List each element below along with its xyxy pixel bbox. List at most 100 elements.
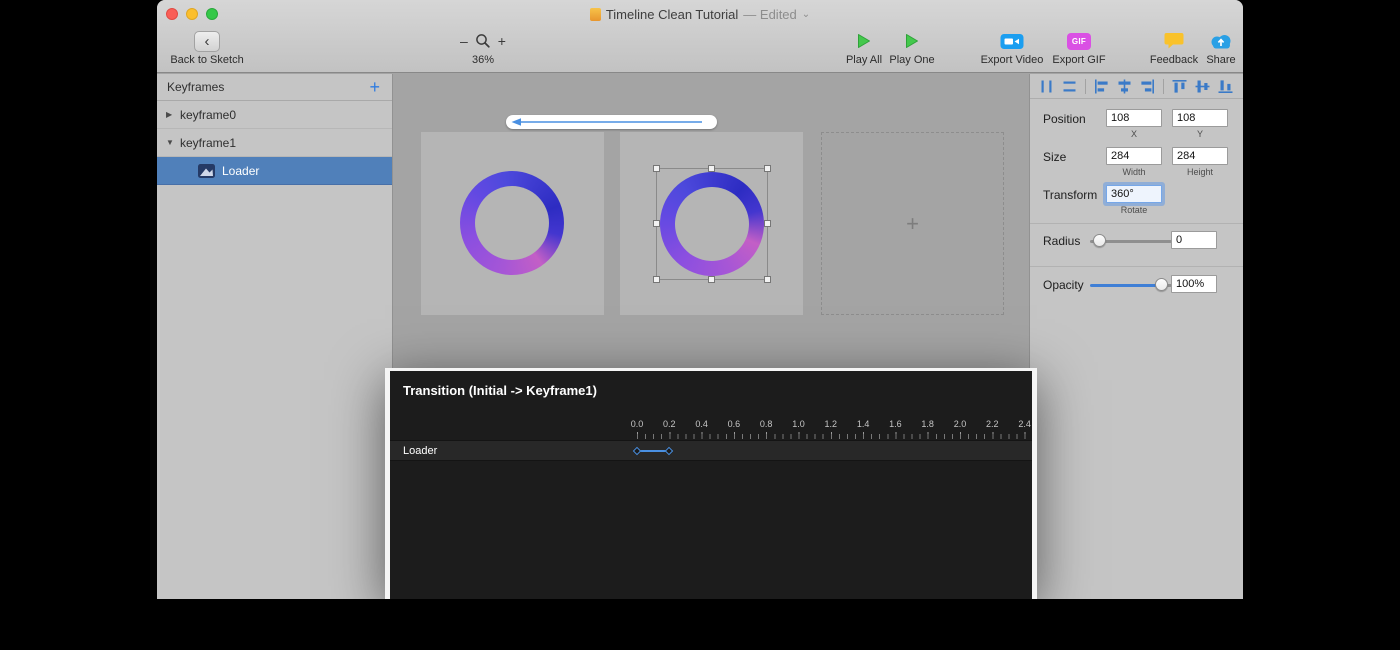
- align-top-icon[interactable]: [1172, 79, 1187, 94]
- sidebar-item-loader[interactable]: Loader: [157, 157, 392, 185]
- zoom-level: 36%: [471, 54, 495, 66]
- keyframe-diamond[interactable]: [632, 446, 642, 455]
- selection-handle-e[interactable]: [764, 220, 771, 227]
- timeline-title: Transition (Initial -> Keyframe1): [403, 383, 597, 398]
- disclosure-collapsed-icon[interactable]: ▶: [166, 110, 180, 119]
- ruler-label: 0.0: [630, 419, 644, 429]
- loader-layer-label: Loader: [222, 163, 260, 178]
- play-one-button[interactable]: Play One: [888, 29, 936, 66]
- align-bottom-icon[interactable]: [1218, 79, 1233, 94]
- position-y-input[interactable]: [1172, 109, 1228, 127]
- window-title-text: Timeline Clean Tutorial: [605, 7, 739, 22]
- share-button[interactable]: Share: [1201, 29, 1241, 66]
- radius-label: Radius: [1043, 234, 1081, 248]
- export-gif-button[interactable]: GIF Export GIF: [1047, 29, 1111, 66]
- distribute-vertically-icon[interactable]: [1062, 79, 1077, 94]
- radius-slider[interactable]: [1090, 234, 1172, 249]
- alignment-toolbar: [1030, 74, 1243, 99]
- timeline-scrubber[interactable]: [506, 115, 717, 129]
- sidebar-item-keyframe1[interactable]: ▼ keyframe1: [157, 129, 392, 157]
- loader-ring[interactable]: [460, 171, 564, 275]
- radius-row: Radius: [1030, 230, 1243, 264]
- distribute-horizontally-icon[interactable]: [1039, 79, 1054, 94]
- selection-handle-nw[interactable]: [653, 165, 660, 172]
- keyframe-diamond[interactable]: [665, 446, 674, 455]
- align-middle-icon[interactable]: [1195, 79, 1210, 94]
- width-sublabel: Width: [1122, 167, 1146, 177]
- rotate-input[interactable]: [1106, 185, 1162, 203]
- selection-handle-se[interactable]: [764, 276, 771, 283]
- play-icon: [906, 34, 918, 48]
- video-camera-icon: [1000, 33, 1024, 49]
- artboard-keyframe1[interactable]: [620, 132, 803, 315]
- sidebar-item-keyframe0[interactable]: ▶ keyframe0: [157, 101, 392, 129]
- export-video-button[interactable]: Export Video: [975, 29, 1049, 66]
- zoom-control: – + 36%: [443, 29, 523, 66]
- feedback-button[interactable]: Feedback: [1145, 29, 1203, 66]
- ruler-label: 2.0: [953, 419, 967, 429]
- layer-thumbnail-icon: [198, 163, 215, 178]
- divider: [1030, 266, 1243, 267]
- ruler-label: 1.2: [824, 419, 838, 429]
- speech-bubble-icon: [1164, 33, 1184, 49]
- size-width-input[interactable]: [1106, 147, 1162, 165]
- window-title-edited: — Edited: [743, 7, 797, 22]
- desktop: { "window": { "title": "Timeline Clean T…: [0, 0, 1400, 650]
- ruler-label: 1.4: [856, 419, 870, 429]
- position-x-input[interactable]: [1106, 109, 1162, 127]
- timeline-panel: Transition (Initial -> Keyframe1) 0.0 0.2…: [385, 368, 1037, 599]
- title-chevron-icon[interactable]: ⌄: [802, 9, 810, 20]
- keyframes-header-row: Keyframes +: [157, 74, 392, 101]
- align-right-icon[interactable]: [1140, 79, 1155, 94]
- back-to-sketch-group: ‹ Back to Sketch: [167, 29, 247, 66]
- back-label: Back to Sketch: [170, 54, 244, 66]
- selection-handle-sw[interactable]: [653, 276, 660, 283]
- timeline-row-loader[interactable]: Loader: [390, 440, 1032, 461]
- radius-input[interactable]: [1171, 231, 1217, 249]
- size-height-input[interactable]: [1172, 147, 1228, 165]
- inspector-panel: Position X Y Size Width Height Transform: [1029, 74, 1243, 599]
- artboard-empty[interactable]: +: [821, 132, 1004, 315]
- play-all-button[interactable]: Play All: [840, 29, 888, 66]
- feedback-label: Feedback: [1149, 54, 1199, 66]
- ruler-label: 0.4: [695, 419, 708, 429]
- align-center-horizontal-icon[interactable]: [1117, 79, 1132, 94]
- cloud-upload-icon: [1211, 35, 1231, 49]
- selection-handle-ne[interactable]: [764, 165, 771, 172]
- height-sublabel: Height: [1186, 167, 1213, 177]
- back-button[interactable]: ‹: [194, 30, 220, 52]
- selection-box[interactable]: [653, 165, 771, 283]
- magnifier-icon: [475, 34, 490, 48]
- position-row: Position X Y: [1030, 108, 1243, 142]
- ruler-label: 0.2: [663, 419, 676, 429]
- keyframe0-label: keyframe0: [180, 107, 237, 122]
- keyframe1-label: keyframe1: [180, 135, 237, 150]
- keyframes-sidebar: Keyframes + ▶ keyframe0 ▼ keyframe1 Load…: [157, 74, 393, 599]
- rotate-sublabel: Rotate: [1120, 205, 1148, 215]
- size-row: Size Width Height: [1030, 146, 1243, 180]
- timeline-loader-label: Loader: [403, 445, 438, 457]
- export-gif-label: Export GIF: [1052, 54, 1106, 66]
- align-left-icon[interactable]: [1094, 79, 1109, 94]
- timeline-ruler[interactable]: 0.0 0.2 0.4 0.6 0.8 1.0 1.2 1.4 1.6 1.8 2.0 2.2 2.4: [390, 419, 1032, 431]
- selection-handle-n[interactable]: [708, 165, 715, 172]
- timeline-body: Transition (Initial -> Keyframe1) 0.0 0.2…: [390, 371, 1032, 599]
- add-keyframe-button[interactable]: +: [369, 78, 380, 96]
- opacity-input[interactable]: [1171, 275, 1217, 293]
- artboard-keyframe0[interactable]: [421, 132, 604, 315]
- ruler-label: 0.8: [759, 419, 773, 429]
- opacity-slider-knob[interactable]: [1154, 278, 1168, 291]
- zoom-out-button[interactable]: –: [460, 34, 468, 48]
- loader-track[interactable]: [390, 441, 1032, 460]
- ruler-minor-ticks: [637, 434, 1032, 439]
- add-artboard-plus[interactable]: +: [906, 211, 919, 237]
- window-chrome: Timeline Clean Tutorial — Edited ⌄ ‹ Bac…: [157, 0, 1243, 73]
- ruler-label: 1.0: [792, 419, 805, 429]
- disclosure-expanded-icon[interactable]: ▼: [166, 138, 180, 147]
- keyframes-header-label: Keyframes: [167, 80, 225, 94]
- radius-slider-knob[interactable]: [1093, 234, 1106, 247]
- selection-handle-s[interactable]: [708, 276, 715, 283]
- selection-handle-w[interactable]: [653, 220, 660, 227]
- opacity-slider[interactable]: [1090, 278, 1172, 293]
- zoom-in-button[interactable]: +: [498, 34, 506, 48]
